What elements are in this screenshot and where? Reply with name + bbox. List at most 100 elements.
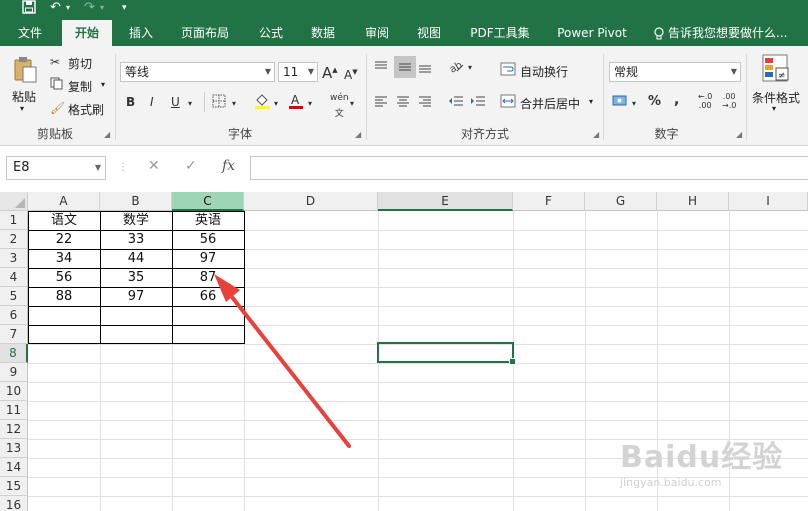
- shrink-font-button[interactable]: A▼: [344, 64, 358, 83]
- accounting-format-icon[interactable]: [612, 94, 630, 112]
- customize-toolbar-icon[interactable]: ▾: [122, 0, 127, 16]
- alignment-launcher-icon[interactable]: ◢: [593, 130, 599, 139]
- conditional-format-icon: ≠: [762, 54, 790, 88]
- copy-icon: [50, 77, 63, 94]
- align-bottom-icon[interactable]: [418, 60, 432, 78]
- phonetic-icon: wén: [330, 93, 349, 103]
- clipboard-launcher-icon[interactable]: ◢: [104, 130, 110, 139]
- cut-button[interactable]: 剪切: [68, 55, 92, 72]
- align-left-icon[interactable]: [374, 94, 388, 112]
- decrease-decimal-icon[interactable]: .00 →.0: [722, 92, 736, 110]
- grow-font-icon: A: [322, 64, 333, 82]
- chevron-down-icon: ▼: [264, 67, 271, 76]
- watermark-url: jingyan.baidu.com: [620, 476, 722, 489]
- phonetic-button[interactable]: wén 文: [330, 90, 349, 122]
- number-format-value: 常规: [614, 65, 639, 79]
- paste-dropdown-icon[interactable]: ▾: [20, 104, 24, 113]
- undo-dropdown-icon[interactable]: ▾: [66, 0, 70, 16]
- tab-power-pivot[interactable]: Power Pivot: [552, 20, 632, 46]
- annotation-arrow-shaft: [226, 290, 351, 448]
- group-divider: [746, 54, 747, 140]
- increase-decimal-icon[interactable]: ←.0.00: [698, 92, 712, 110]
- cancel-icon[interactable]: ✕: [148, 158, 160, 174]
- align-top-icon[interactable]: [374, 60, 388, 78]
- chevron-down-icon: ▼: [307, 67, 314, 76]
- copy-dropdown-icon[interactable]: ▾: [101, 80, 105, 89]
- tab-file[interactable]: 文件: [8, 20, 52, 46]
- italic-button[interactable]: I: [150, 94, 154, 110]
- title-bar: ↶ ▾ ↷ ▾ ▾: [0, 0, 808, 20]
- paste-icon[interactable]: [10, 56, 40, 84]
- underline-dropdown-icon[interactable]: ▾: [188, 96, 192, 112]
- bold-button[interactable]: B: [126, 94, 135, 110]
- orientation-dropdown-icon[interactable]: ▾: [468, 60, 472, 76]
- group-label-font: 字体: [227, 127, 252, 141]
- redo-dropdown-icon[interactable]: ▾: [100, 0, 104, 16]
- fill-color-icon[interactable]: [254, 92, 270, 114]
- redo-icon[interactable]: ↷: [84, 0, 95, 16]
- merge-center-icon: [500, 94, 516, 112]
- tab-data[interactable]: 数据: [302, 20, 344, 46]
- save-icon[interactable]: [22, 0, 36, 16]
- font-color-icon[interactable]: A: [288, 92, 304, 114]
- number-format-select[interactable]: 常规 ▼: [609, 62, 741, 82]
- align-center-icon[interactable]: [396, 94, 410, 112]
- group-divider: [366, 54, 367, 140]
- annotation-arrow-head: [214, 274, 240, 302]
- merge-dropdown-icon[interactable]: ▾: [589, 97, 593, 106]
- decrease-indent-icon[interactable]: [448, 94, 464, 112]
- tab-review[interactable]: 审阅: [356, 20, 398, 46]
- group-divider: [603, 54, 604, 140]
- tab-insert[interactable]: 插入: [120, 20, 162, 46]
- chevron-down-icon: ▼: [94, 163, 101, 172]
- grow-font-button[interactable]: A▲: [322, 62, 338, 81]
- tab-home[interactable]: 开始: [62, 20, 112, 46]
- group-label-alignment: 对齐方式: [460, 127, 509, 141]
- divider: [204, 92, 210, 112]
- comma-style-button[interactable]: ,: [674, 92, 679, 108]
- align-middle-icon[interactable]: [394, 56, 416, 78]
- chevron-down-icon: ▼: [730, 67, 737, 76]
- ribbon-tabs: 文件 开始 插入 页面布局 公式 数据 审阅 视图 PDF工具集 Power P…: [0, 20, 808, 46]
- formula-input[interactable]: [250, 156, 808, 180]
- watermark-logo: Baidu经验 jingyan.baidu.com: [620, 432, 800, 502]
- insert-function-button[interactable]: fx: [222, 158, 235, 174]
- copy-button[interactable]: 复制: [68, 78, 92, 95]
- format-painter-button[interactable]: 格式刷: [68, 101, 104, 118]
- tab-formulas[interactable]: 公式: [250, 20, 292, 46]
- font-launcher-icon[interactable]: ◢: [355, 130, 361, 139]
- accounting-dropdown-icon[interactable]: ▾: [632, 96, 636, 112]
- tell-me-search[interactable]: 告诉我您想要做什么...: [668, 20, 808, 46]
- tab-view[interactable]: 视图: [408, 20, 450, 46]
- borders-dropdown-icon[interactable]: ▾: [232, 96, 236, 112]
- merge-center-button[interactable]: 合并后居中: [520, 95, 580, 112]
- undo-icon[interactable]: ↶: [50, 0, 61, 16]
- number-launcher-icon[interactable]: ◢: [736, 130, 742, 139]
- name-box-value: E8: [13, 160, 30, 175]
- font-name-value: 等线: [125, 65, 150, 79]
- lightbulb-icon: [652, 20, 666, 46]
- orientation-icon[interactable]: ab: [448, 58, 464, 78]
- align-right-icon[interactable]: [418, 94, 432, 112]
- increase-indent-icon[interactable]: [470, 94, 486, 112]
- worksheet-grid[interactable]: A B C D E F G H I 1 2 3 4 5 6 7 8 9 10 1…: [0, 192, 808, 511]
- phonetic-dropdown-icon[interactable]: ▾: [350, 96, 354, 112]
- tab-page-layout[interactable]: 页面布局: [172, 20, 238, 46]
- fill-color-dropdown-icon[interactable]: ▾: [274, 96, 278, 112]
- borders-icon[interactable]: [212, 94, 226, 112]
- group-divider: [115, 54, 116, 140]
- wrap-text-icon: [500, 62, 516, 80]
- underline-button[interactable]: U: [171, 94, 180, 110]
- percent-button[interactable]: %: [648, 94, 661, 110]
- wrap-text-button[interactable]: 自动换行: [520, 63, 568, 80]
- font-size-select[interactable]: 11 ▼: [278, 62, 318, 82]
- scissors-icon: ✂: [50, 55, 61, 69]
- name-box[interactable]: E8 ▼: [6, 156, 106, 180]
- tab-pdf-tools[interactable]: PDF工具集: [462, 20, 538, 46]
- enter-icon[interactable]: ✓: [185, 158, 197, 174]
- font-color-dropdown-icon[interactable]: ▾: [308, 96, 312, 112]
- format-painter-icon: 🖌: [50, 101, 66, 115]
- conditional-format-dropdown-icon[interactable]: ▾: [772, 104, 776, 113]
- paste-button[interactable]: 粘贴: [12, 88, 36, 105]
- font-name-select[interactable]: 等线 ▼: [120, 62, 275, 82]
